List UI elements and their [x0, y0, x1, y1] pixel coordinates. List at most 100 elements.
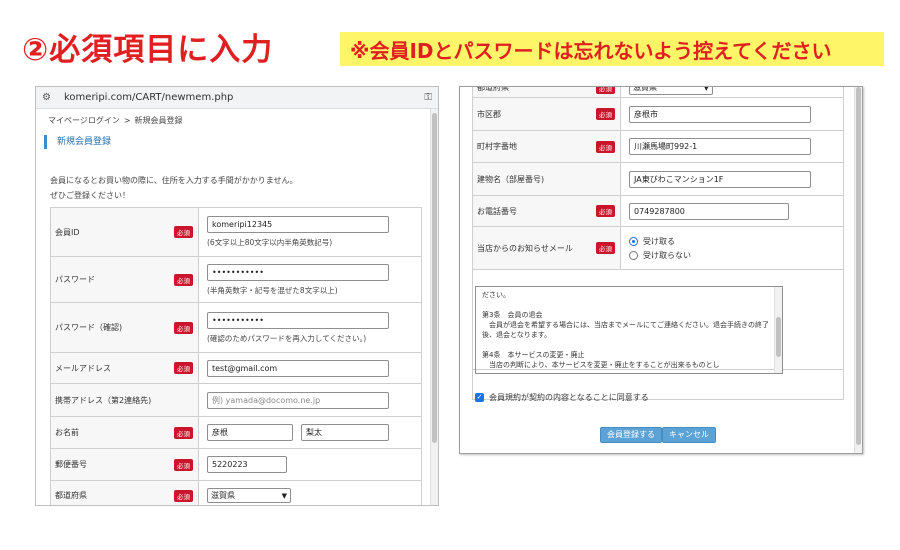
name-value-cell: 彦根 梨太 — [198, 416, 422, 449]
town-value-cell: 川瀬馬場町992-1 — [620, 130, 844, 163]
town-label-cell: 町村字番地 必須 — [472, 130, 621, 163]
scrollbar-thumb[interactable] — [856, 87, 861, 445]
vertical-scrollbar[interactable] — [430, 109, 438, 505]
prefecture-select[interactable]: 滋賀県 ▼ — [207, 488, 291, 503]
password-confirm-input[interactable]: ••••••••••• — [207, 311, 389, 329]
prefecture-selected: 滋賀県 — [211, 491, 235, 500]
required-badge: 必須 — [174, 273, 193, 286]
row-building: 建物名（部屋番号) JA東びわこマンション1F — [472, 162, 844, 196]
breadcrumb-current: 新規会員登録 — [134, 116, 183, 125]
address-bar[interactable]: ⚙ komeripi.com/CART/newmem.php ⚿ — [36, 87, 438, 109]
building-label-cell: 建物名（部屋番号) — [472, 162, 621, 196]
registration-form-left: 会員ID 必須 komeripi12345 (6文字以上80文字以内半角英数記号)… — [50, 207, 422, 505]
prefecture-selected: 滋賀県 — [633, 86, 657, 92]
tune-icon[interactable]: ⚙ — [42, 92, 56, 103]
register-button[interactable]: 会員登録する — [600, 427, 662, 443]
required-badge: 必須 — [174, 321, 193, 334]
email-input[interactable]: test@gmail.com — [207, 359, 389, 377]
member-id-label-cell: 会員ID 必須 — [50, 207, 199, 257]
password-label-cell: パスワード 必須 — [50, 256, 199, 303]
scrollbar-thumb[interactable] — [432, 113, 437, 443]
row-city: 市区郡 必須 彦根市 — [472, 97, 844, 131]
last-name-input[interactable]: 彦根 — [207, 424, 293, 441]
password-input[interactable]: ••••••••••• — [207, 263, 389, 281]
email-label-cell: メールアドレス 必須 — [50, 352, 199, 384]
member-id-input[interactable]: komeripi12345 — [207, 216, 389, 233]
mobile-email-label-cell: 携帯アドレス（第2連絡先) — [50, 383, 199, 417]
note-banner: ※会員IDとパスワードは忘れないよう控えてください — [340, 32, 884, 66]
prefecture-label-cell: 都道府県 必須 — [472, 86, 621, 98]
checkbox-checked-icon[interactable]: ✓ — [475, 393, 484, 402]
newsletter-no-label: 受け取らない — [643, 250, 691, 260]
email-value-cell: test@gmail.com — [198, 352, 422, 384]
step-title: ②必須項目に入力 — [22, 32, 274, 68]
mobile-email-input[interactable]: 例) yamada@docomo.ne.jp — [207, 391, 389, 409]
member-id-hint: (6文字以上80文字以内半角英数記号) — [207, 238, 333, 247]
terms-textarea[interactable]: ださい。 第3条 会員の退会 会員が退会を希望する場合には、当店までメールにてご… — [475, 286, 783, 374]
phone-label: お電話番号 — [477, 206, 517, 216]
newsletter-radio-yes[interactable]: 受け取る — [629, 236, 835, 247]
prefecture-select[interactable]: 滋賀県 ▼ — [629, 86, 713, 95]
password-hint: (半角英数字・記号を混ぜた8文字以上) — [207, 285, 338, 295]
newsletter-radio-no[interactable]: 受け取らない — [629, 250, 835, 261]
vertical-scrollbar[interactable] — [854, 87, 862, 453]
phone-input[interactable]: 0749287800 — [629, 202, 789, 220]
password-label: パスワード — [55, 275, 95, 284]
building-label: 建物名（部屋番号) — [477, 174, 545, 184]
member-id-value-cell: komeripi12345 (6文字以上80文字以内半角英数記号) — [198, 207, 422, 257]
required-badge: 必須 — [174, 226, 193, 238]
registration-window-right: 都道府県 必須 滋賀県 ▼ 市区郡 必須 彦根市 町村字番地 必須 川瀬馬場町992-1… — [459, 86, 863, 454]
cancel-button[interactable]: キャンセル — [662, 427, 716, 443]
row-town: 町村字番地 必須 川瀬馬場町992-1 — [472, 130, 844, 163]
breadcrumb: マイページログイン > 新規会員登録 — [48, 115, 183, 126]
row-mobile-email: 携帯アドレス（第2連絡先) 例) yamada@docomo.ne.jp — [50, 383, 422, 417]
terms-text: ださい。 第3条 会員の退会 会員が退会を希望する場合には、当店までメールにてご… — [482, 291, 769, 369]
row-password: パスワード 必須 ••••••••••• (半角英数字・記号を混ぜた8文字以上) — [50, 256, 422, 303]
breadcrumb-separator: > — [123, 116, 131, 125]
city-label: 市区郡 — [477, 109, 501, 119]
page-heading: 新規会員登録 — [44, 135, 111, 149]
radio-unchecked-icon[interactable] — [629, 250, 638, 260]
postal-label-cell: 郵便番号 必須 — [50, 448, 199, 481]
city-input[interactable]: 彦根市 — [629, 105, 811, 123]
agree-checkbox-row[interactable]: ✓ 会員規約が契約の内容となることに同意する — [475, 392, 649, 403]
prefecture-label: 都道府県 — [477, 86, 509, 92]
terms-scrollbar[interactable] — [774, 287, 782, 373]
terms-scrollbar-thumb[interactable] — [776, 317, 781, 357]
breadcrumb-login-link[interactable]: マイページログイン — [48, 116, 120, 125]
row-member-id: 会員ID 必須 komeripi12345 (6文字以上80文字以内半角英数記号) — [50, 207, 422, 257]
required-badge: 必須 — [596, 242, 615, 254]
required-badge: 必須 — [174, 489, 193, 502]
row-password-confirm: パスワード（確認) 必須 ••••••••••• (確認のためパスワードを再入力し… — [50, 302, 422, 353]
password-value-cell: ••••••••••• (半角英数字・記号を混ぜた8文字以上) — [198, 256, 422, 303]
intro-line-1: 会員になるとお買い物の際に、住所を入力する手間がかかりません。 — [50, 176, 298, 185]
postal-value-cell: 5220223 — [198, 448, 422, 481]
postal-input[interactable]: 5220223 — [207, 456, 287, 473]
row-phone: お電話番号 必須 0749287800 — [472, 195, 844, 227]
required-badge: 必須 — [174, 362, 193, 374]
newsletter-label: 当店からのお知らせメール — [477, 243, 573, 253]
town-input[interactable]: 川瀬馬場町992-1 — [629, 138, 811, 155]
building-input[interactable]: JA東びわこマンション1F — [629, 170, 811, 188]
building-value-cell: JA東びわこマンション1F — [620, 162, 844, 196]
key-icon[interactable]: ⚿ — [424, 92, 432, 103]
prefecture-value-cell: 滋賀県 ▼ — [620, 86, 844, 98]
password-confirm-label: パスワード（確認) — [55, 323, 123, 332]
url-text[interactable]: komeripi.com/CART/newmem.php — [64, 92, 424, 103]
name-label-cell: お名前 必須 — [50, 416, 199, 449]
phone-label-cell: お電話番号 必須 — [472, 195, 621, 227]
newsletter-label-cell: 当店からのお知らせメール 必須 — [472, 226, 621, 270]
phone-value-cell: 0749287800 — [620, 195, 844, 227]
radio-checked-icon[interactable] — [629, 236, 638, 246]
row-postal: 郵便番号 必須 5220223 — [50, 448, 422, 481]
prefecture-label: 都道府県 — [55, 491, 87, 500]
mobile-email-value-cell: 例) yamada@docomo.ne.jp — [198, 383, 422, 417]
town-label: 町村字番地 — [477, 142, 517, 151]
required-badge: 必須 — [596, 140, 615, 153]
name-label: お名前 — [55, 428, 79, 437]
first-name-input[interactable]: 梨太 — [301, 424, 389, 441]
city-value-cell: 彦根市 — [620, 97, 844, 131]
required-badge: 必須 — [596, 108, 615, 120]
row-email: メールアドレス 必須 test@gmail.com — [50, 352, 422, 384]
chevron-down-icon: ▼ — [281, 491, 287, 500]
